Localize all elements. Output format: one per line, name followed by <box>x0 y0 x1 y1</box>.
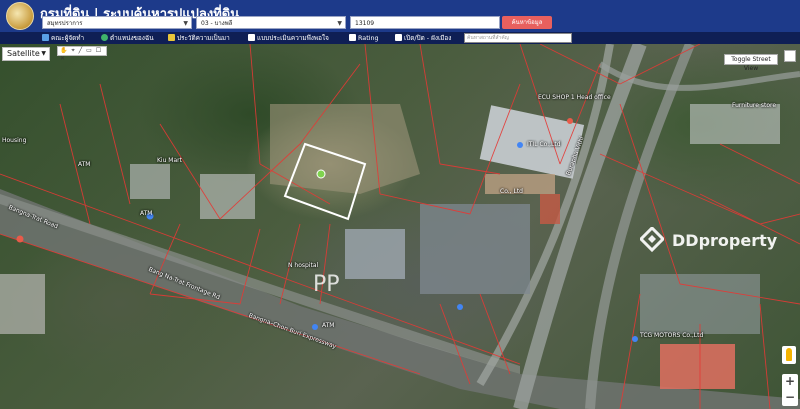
watermark-pp: PP <box>313 272 340 297</box>
poi-label-ecu-shop[interactable]: ECU SHOP 1 Head office <box>538 94 611 101</box>
zoom-out-button[interactable]: − <box>782 390 798 406</box>
search-button[interactable]: ค้นหาข้อมูล <box>502 16 552 29</box>
street-view-pegman-icon[interactable] <box>782 346 796 364</box>
poi-label-atm[interactable]: ATM <box>78 161 90 168</box>
toolbar-item-history[interactable]: ประวัติความเป็นมา <box>168 33 230 43</box>
poi-label-atm-3[interactable]: ATM <box>322 322 334 329</box>
poi-label-tcg-motors[interactable]: TCG MOTORS Co.,Ltd <box>640 332 703 339</box>
map-overlay <box>0 44 800 409</box>
people-icon <box>42 34 49 41</box>
drawing-tools[interactable]: ✋ ⌖ ╱ ▭ ☐ ✕ <box>57 46 107 62</box>
fullscreen-button[interactable] <box>784 50 796 62</box>
toolbar-item-city-plan[interactable]: เปิด/ปิด - ผังเมือง <box>395 33 451 43</box>
landmark-search-input[interactable]: ค้นหาสถานที่สำคัญ <box>464 33 572 43</box>
toolbar-item-team[interactable]: คณะผู้จัดทำ <box>42 33 84 43</box>
poi-label-itil[interactable]: ITIL Co.,Ltd <box>527 141 561 148</box>
poi-label-atm-2[interactable]: ATM <box>140 210 152 217</box>
department-seal-icon <box>6 2 34 30</box>
toggle-street-view-button[interactable]: Toggle Street View <box>724 54 778 72</box>
watermark-text: DDproperty <box>672 231 778 250</box>
zoom-in-button[interactable]: + <box>782 374 798 390</box>
toolbar-item-survey[interactable]: แบบประเมินความพึงพอใจ <box>248 33 329 43</box>
province-select[interactable]: สมุทรปราการ ▼ <box>42 16 192 29</box>
ddproperty-logo-icon <box>640 227 664 253</box>
parcel-number-input[interactable]: 13109 <box>350 16 500 29</box>
poi-label-furniture[interactable]: Furniture store <box>732 102 776 109</box>
toolbar-item-rating[interactable]: Rating <box>349 33 379 43</box>
flag-icon <box>168 34 175 41</box>
satellite-map[interactable]: Housing ATM Kiu Mart ECU SHOP 1 Head off… <box>0 44 800 409</box>
toolbar: คณะผู้จัดทำ ตำแหน่งของฉัน ประวัติความเป็… <box>0 32 800 44</box>
poi-label-company[interactable]: Co., Ltd <box>500 188 523 195</box>
poi-label-kiu-mart[interactable]: Kiu Mart <box>157 157 182 164</box>
globe-icon <box>101 34 108 41</box>
checkbox-icon <box>395 34 402 41</box>
map-type-select[interactable]: Satellite ▼ <box>2 47 50 61</box>
poi-label-hospital[interactable]: N hospital <box>288 262 318 269</box>
zoom-control[interactable]: + − <box>782 374 798 406</box>
district-select[interactable]: 03 - บางพลี ▼ <box>196 16 346 29</box>
app-header: กรมที่ดิน | ระบบค้นหารูปแปลงที่ดิน สมุทร… <box>0 0 800 32</box>
chart-icon <box>349 34 356 41</box>
chevron-down-icon: ▼ <box>337 20 342 27</box>
toolbar-item-my-location[interactable]: ตำแหน่งของฉัน <box>101 33 154 43</box>
chevron-down-icon: ▼ <box>183 20 188 27</box>
poi-label-housing[interactable]: Housing <box>2 137 26 144</box>
chevron-down-icon: ▼ <box>41 50 46 57</box>
document-icon <box>248 34 255 41</box>
